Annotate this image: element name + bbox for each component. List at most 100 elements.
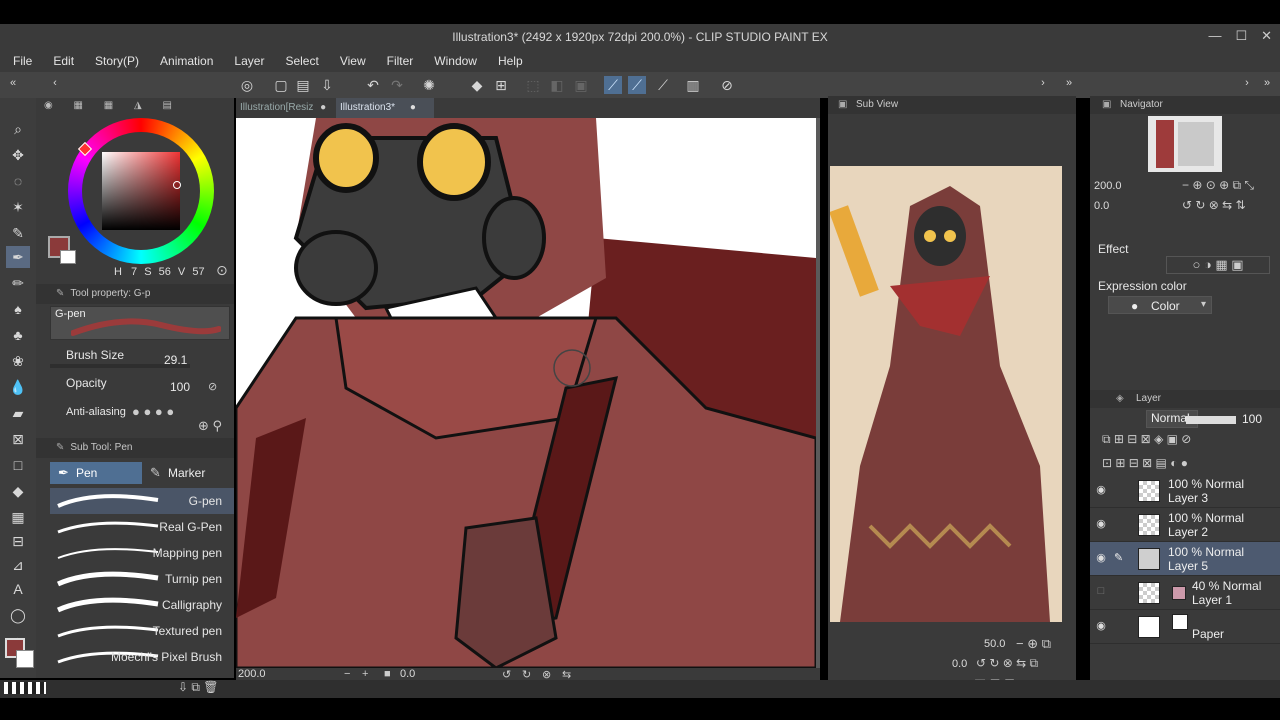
color-wheel-tab-icon[interactable]: ◉ (44, 100, 53, 111)
color-set-tab-icon[interactable]: ▦ (74, 100, 83, 111)
deselect-icon[interactable]: ◧ (548, 76, 566, 94)
menu-animation[interactable]: Animation (160, 54, 213, 68)
visibility-eye-icon[interactable]: ◉ (1094, 517, 1108, 531)
gradient-tool-icon[interactable]: ▦ (6, 506, 30, 528)
color-settings-icon[interactable]: ⊙ (216, 262, 228, 279)
visibility-eye-icon[interactable]: □ (1094, 585, 1108, 599)
tab-illustration-resize[interactable]: Illustration[Resiz ● (236, 98, 336, 118)
menu-help[interactable]: Help (498, 54, 523, 68)
clear-icon[interactable]: ✺ (420, 76, 438, 94)
eyedropper-tool-icon[interactable]: ✎ (6, 222, 30, 244)
transform-icon[interactable]: ⊞ (492, 76, 510, 94)
menu-file[interactable]: File (13, 54, 32, 68)
antialiasing-options[interactable]: ● ● ● ● (132, 404, 174, 419)
canvas-area[interactable]: 200.0 − + ■ 0.0 ↺ ↻ ⊗ ⇆ (236, 98, 820, 682)
companion-icon[interactable]: ⊘ (718, 76, 736, 94)
invert-icon[interactable]: ▣ (572, 76, 590, 94)
arrow-right-2-icon[interactable]: › (1238, 74, 1256, 92)
brush-item-pixel-brush[interactable]: Moechi's Pixel Brush (50, 644, 234, 670)
illustration-canvas[interactable] (236, 118, 816, 668)
menu-view[interactable]: View (340, 54, 366, 68)
navigator-zoom-icons[interactable]: − ⊕ ⊙ ⊕ ⧉ ⤡ (1182, 178, 1254, 193)
canvas-rotation-value[interactable]: 0.0 (400, 668, 415, 680)
layer-row-layer-5[interactable]: ◉ ✎ 100 % Normal Layer 5 (1090, 542, 1280, 576)
sub-view-zoom-value[interactable]: 50.0 (984, 638, 1005, 650)
palette-bottom-icons[interactable]: ⇩ ⧉ 🗑 (178, 680, 219, 695)
arrow-left-icon[interactable]: ‹ (46, 74, 64, 92)
frame-tool-icon[interactable]: ⊠ (6, 428, 30, 450)
layer-opacity-slider[interactable] (1186, 416, 1236, 424)
zoom-tool-icon[interactable]: ⌕ (6, 118, 30, 140)
save-icon[interactable]: ⇩ (318, 76, 336, 94)
brush-tool-icon[interactable]: ♠ (6, 298, 30, 320)
tab-illustration3[interactable]: Illustration3* ● (336, 98, 434, 118)
layer-row-paper[interactable]: ◉ Paper (1090, 610, 1280, 644)
minimize-icon[interactable]: — (1208, 28, 1221, 44)
saturation-value-square[interactable] (102, 152, 180, 230)
zoom-in-icon[interactable]: + (362, 668, 368, 680)
navigator-rotate-icons[interactable]: ↺ ↻ ⊗ ⇆ ⇅ (1182, 198, 1246, 212)
open-file-icon[interactable]: ▤ (294, 76, 312, 94)
navigator-zoom-value[interactable]: 200.0 (1094, 180, 1122, 192)
visibility-eye-icon[interactable]: ◉ (1094, 619, 1108, 633)
visibility-eye-icon[interactable]: ◉ (1094, 483, 1108, 497)
sub-view-image[interactable] (830, 166, 1062, 622)
device-icon[interactable]: ▥ (684, 76, 702, 94)
brush-size-slider[interactable] (50, 364, 190, 368)
collapse-left-icon[interactable]: « (4, 74, 22, 92)
redo-icon[interactable]: ↷ (388, 76, 406, 94)
snap-grid-icon[interactable]: ⟋ (654, 76, 672, 94)
approx-tab-icon[interactable]: ◮ (134, 100, 142, 111)
opacity-value[interactable]: 100 (170, 380, 190, 394)
ruler-tool-icon[interactable]: ⊟ (6, 530, 30, 552)
snap-ruler-icon[interactable]: ⟋ (604, 76, 622, 94)
sub-view-rotation-value[interactable]: 0.0 (952, 658, 967, 670)
navigator-rotation-value[interactable]: 0.0 (1094, 200, 1109, 212)
sub-view-zoom-icons[interactable]: − ⊕ ⧉ (1016, 636, 1051, 652)
intermediate-tab-icon[interactable]: ▦ (104, 100, 113, 111)
layer-row-layer-1[interactable]: □ 40 % Normal Layer 1 (1090, 576, 1280, 610)
pencil-tool-icon[interactable]: ✏ (6, 272, 30, 294)
arrow-right-icon[interactable]: › (1034, 74, 1052, 92)
secondary-color-swatch[interactable] (60, 250, 76, 264)
brush-item-real-g-pen[interactable]: Real G-Pen (50, 514, 234, 540)
layer-row-layer-3[interactable]: ◉ 100 % Normal Layer 3 (1090, 474, 1280, 508)
visibility-eye-icon[interactable]: ◉ (1094, 551, 1108, 565)
fill-tool-icon[interactable]: ◆ (6, 480, 30, 502)
maximize-icon[interactable]: ☐ (1235, 28, 1247, 44)
collapse-right-2-icon[interactable]: » (1258, 74, 1276, 92)
zoom-out-icon[interactable]: − (344, 668, 350, 680)
layer-tool-icons[interactable]: ⧉ ⊞ ⊟ ⊠ ◈ ▣ ⊘ (1102, 432, 1191, 447)
close-icon[interactable]: ✕ (1261, 28, 1272, 44)
pattern-swatch[interactable] (4, 682, 46, 694)
menu-window[interactable]: Window (434, 54, 477, 68)
brush-item-g-pen[interactable]: G-pen (50, 488, 234, 514)
menu-select[interactable]: Select (285, 54, 318, 68)
move-tool-icon[interactable]: ✥ (6, 144, 30, 166)
eraser-tool-icon[interactable]: ▰ (6, 402, 30, 424)
sub-tool-tab-marker[interactable]: ✎ Marker (142, 462, 234, 484)
new-file-icon[interactable]: ▢ (272, 76, 290, 94)
hue-ring[interactable] (68, 118, 214, 264)
sub-tool-tab-pen[interactable]: ✒ Pen (50, 462, 142, 484)
expression-color-select[interactable]: ● Color ▾ (1108, 296, 1212, 314)
decoration-tool-icon[interactable]: ❀ (6, 350, 30, 372)
lasso-tool-icon[interactable]: ◌ (6, 170, 30, 192)
opacity-pressure-icon[interactable]: ⊘ (208, 380, 217, 393)
menu-edit[interactable]: Edit (53, 54, 74, 68)
snap-special-ruler-icon[interactable]: ⟋ (628, 76, 646, 94)
history-tab-icon[interactable]: ▤ (162, 100, 171, 111)
menu-layer[interactable]: Layer (234, 54, 264, 68)
brush-item-turnip-pen[interactable]: Turnip pen (50, 566, 234, 592)
layer-row-layer-2[interactable]: ◉ 100 % Normal Layer 2 (1090, 508, 1280, 542)
selection-icon[interactable]: ⬚ (524, 76, 542, 94)
brush-item-mapping-pen[interactable]: Mapping pen (50, 540, 234, 566)
collapse-right-icon[interactable]: » (1060, 74, 1078, 92)
fill-icon[interactable]: ◆ (468, 76, 486, 94)
auto-select-tool-icon[interactable]: ✶ (6, 196, 30, 218)
blend-tool-icon[interactable]: 💧 (6, 376, 30, 398)
canvas-zoom-value[interactable]: 200.0 (238, 668, 266, 680)
layer-action-icons[interactable]: ⊡ ⊞ ⊟ ⊠ ▤ ◐ ● (1102, 456, 1188, 470)
undo-icon[interactable]: ↶ (364, 76, 382, 94)
figure-tool-icon[interactable]: □ (6, 454, 30, 476)
